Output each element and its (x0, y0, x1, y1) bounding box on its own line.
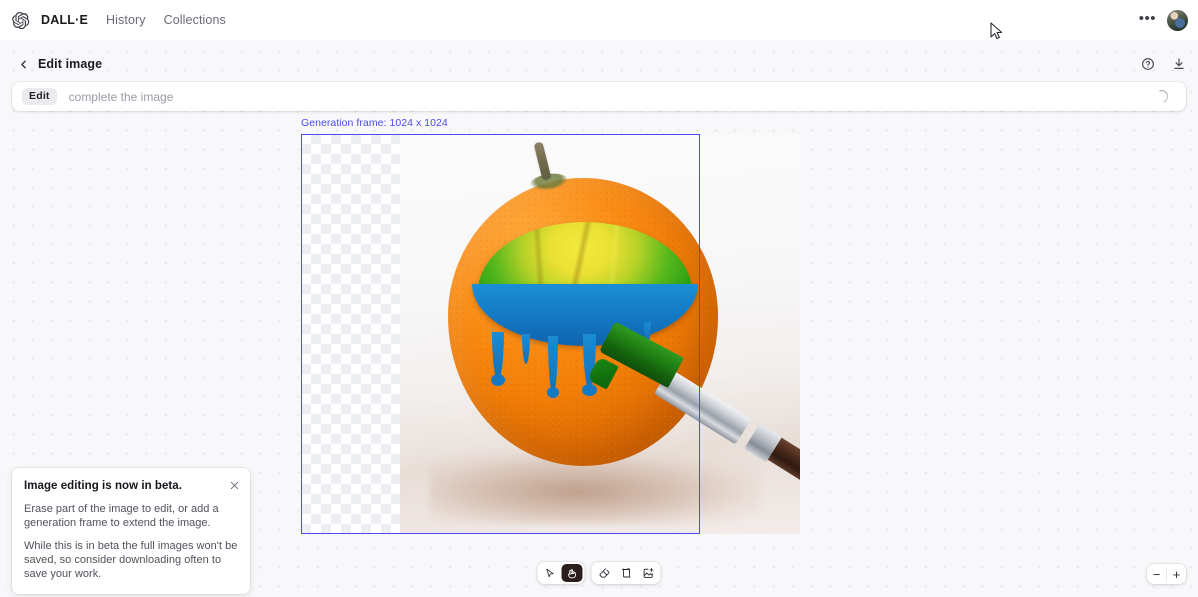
canvas-image-stack[interactable] (301, 134, 800, 534)
generation-frame-tool[interactable] (616, 564, 637, 582)
edited-image[interactable] (400, 134, 800, 534)
nav-link-collections[interactable]: Collections (164, 13, 226, 27)
mouse-cursor (990, 22, 1003, 45)
prompt-input[interactable] (68, 83, 1155, 110)
subheader-actions (1140, 48, 1186, 80)
beta-notice-toast: Image editing is now in beta. Erase part… (12, 468, 250, 595)
close-icon[interactable] (229, 478, 240, 490)
orange-stem (533, 141, 552, 181)
transparent-area-checkerboard (301, 134, 400, 534)
toolbar-group-navigation (537, 562, 585, 584)
paint-drip-bead (582, 384, 597, 396)
download-icon[interactable] (1171, 57, 1186, 72)
generation-frame-label: Generation frame: 1024 x 1024 (301, 117, 448, 129)
eraser-tool[interactable] (594, 564, 615, 582)
brand-label: DALL·E (41, 13, 89, 27)
nav-link-history[interactable]: History (106, 13, 146, 27)
edit-image-subheader: Edit image (0, 48, 1198, 80)
zoom-out-button[interactable]: − (1147, 564, 1166, 584)
avatar[interactable] (1167, 9, 1188, 31)
toast-paragraph-1: Erase part of the image to edit, or add … (24, 502, 219, 530)
help-circle-icon[interactable] (1140, 57, 1155, 72)
select-tool[interactable] (540, 564, 561, 582)
top-navigation-bar: DALL·E History Collections ••• (0, 0, 1198, 40)
paint-drip-bead (547, 387, 559, 398)
page-title: Edit image (38, 57, 103, 71)
more-options-button[interactable]: ••• (1137, 9, 1158, 32)
hand-tool[interactable] (561, 564, 583, 582)
paint-drip-bead (491, 374, 505, 386)
top-nav-right-group: ••• (1137, 0, 1188, 40)
zoom-controls: − + (1147, 564, 1186, 584)
openai-logo-icon[interactable] (10, 10, 30, 30)
toast-title: Image editing is now in beta. (24, 480, 182, 492)
loading-spinner-icon (1152, 87, 1171, 106)
editor-toolbar (537, 562, 661, 584)
chevron-left-icon[interactable] (15, 56, 31, 72)
add-image-tool[interactable] (638, 564, 659, 582)
toolbar-group-editing (591, 562, 661, 584)
edit-mode-chip[interactable]: Edit (22, 87, 57, 106)
prompt-bar[interactable]: Edit (12, 82, 1186, 111)
toast-paragraph-2: While this is in beta the full images wo… (24, 539, 238, 581)
dalle-edit-image-app: DALL·E History Collections ••• Edit imag… (0, 0, 1198, 597)
zoom-in-button[interactable]: + (1167, 564, 1186, 584)
